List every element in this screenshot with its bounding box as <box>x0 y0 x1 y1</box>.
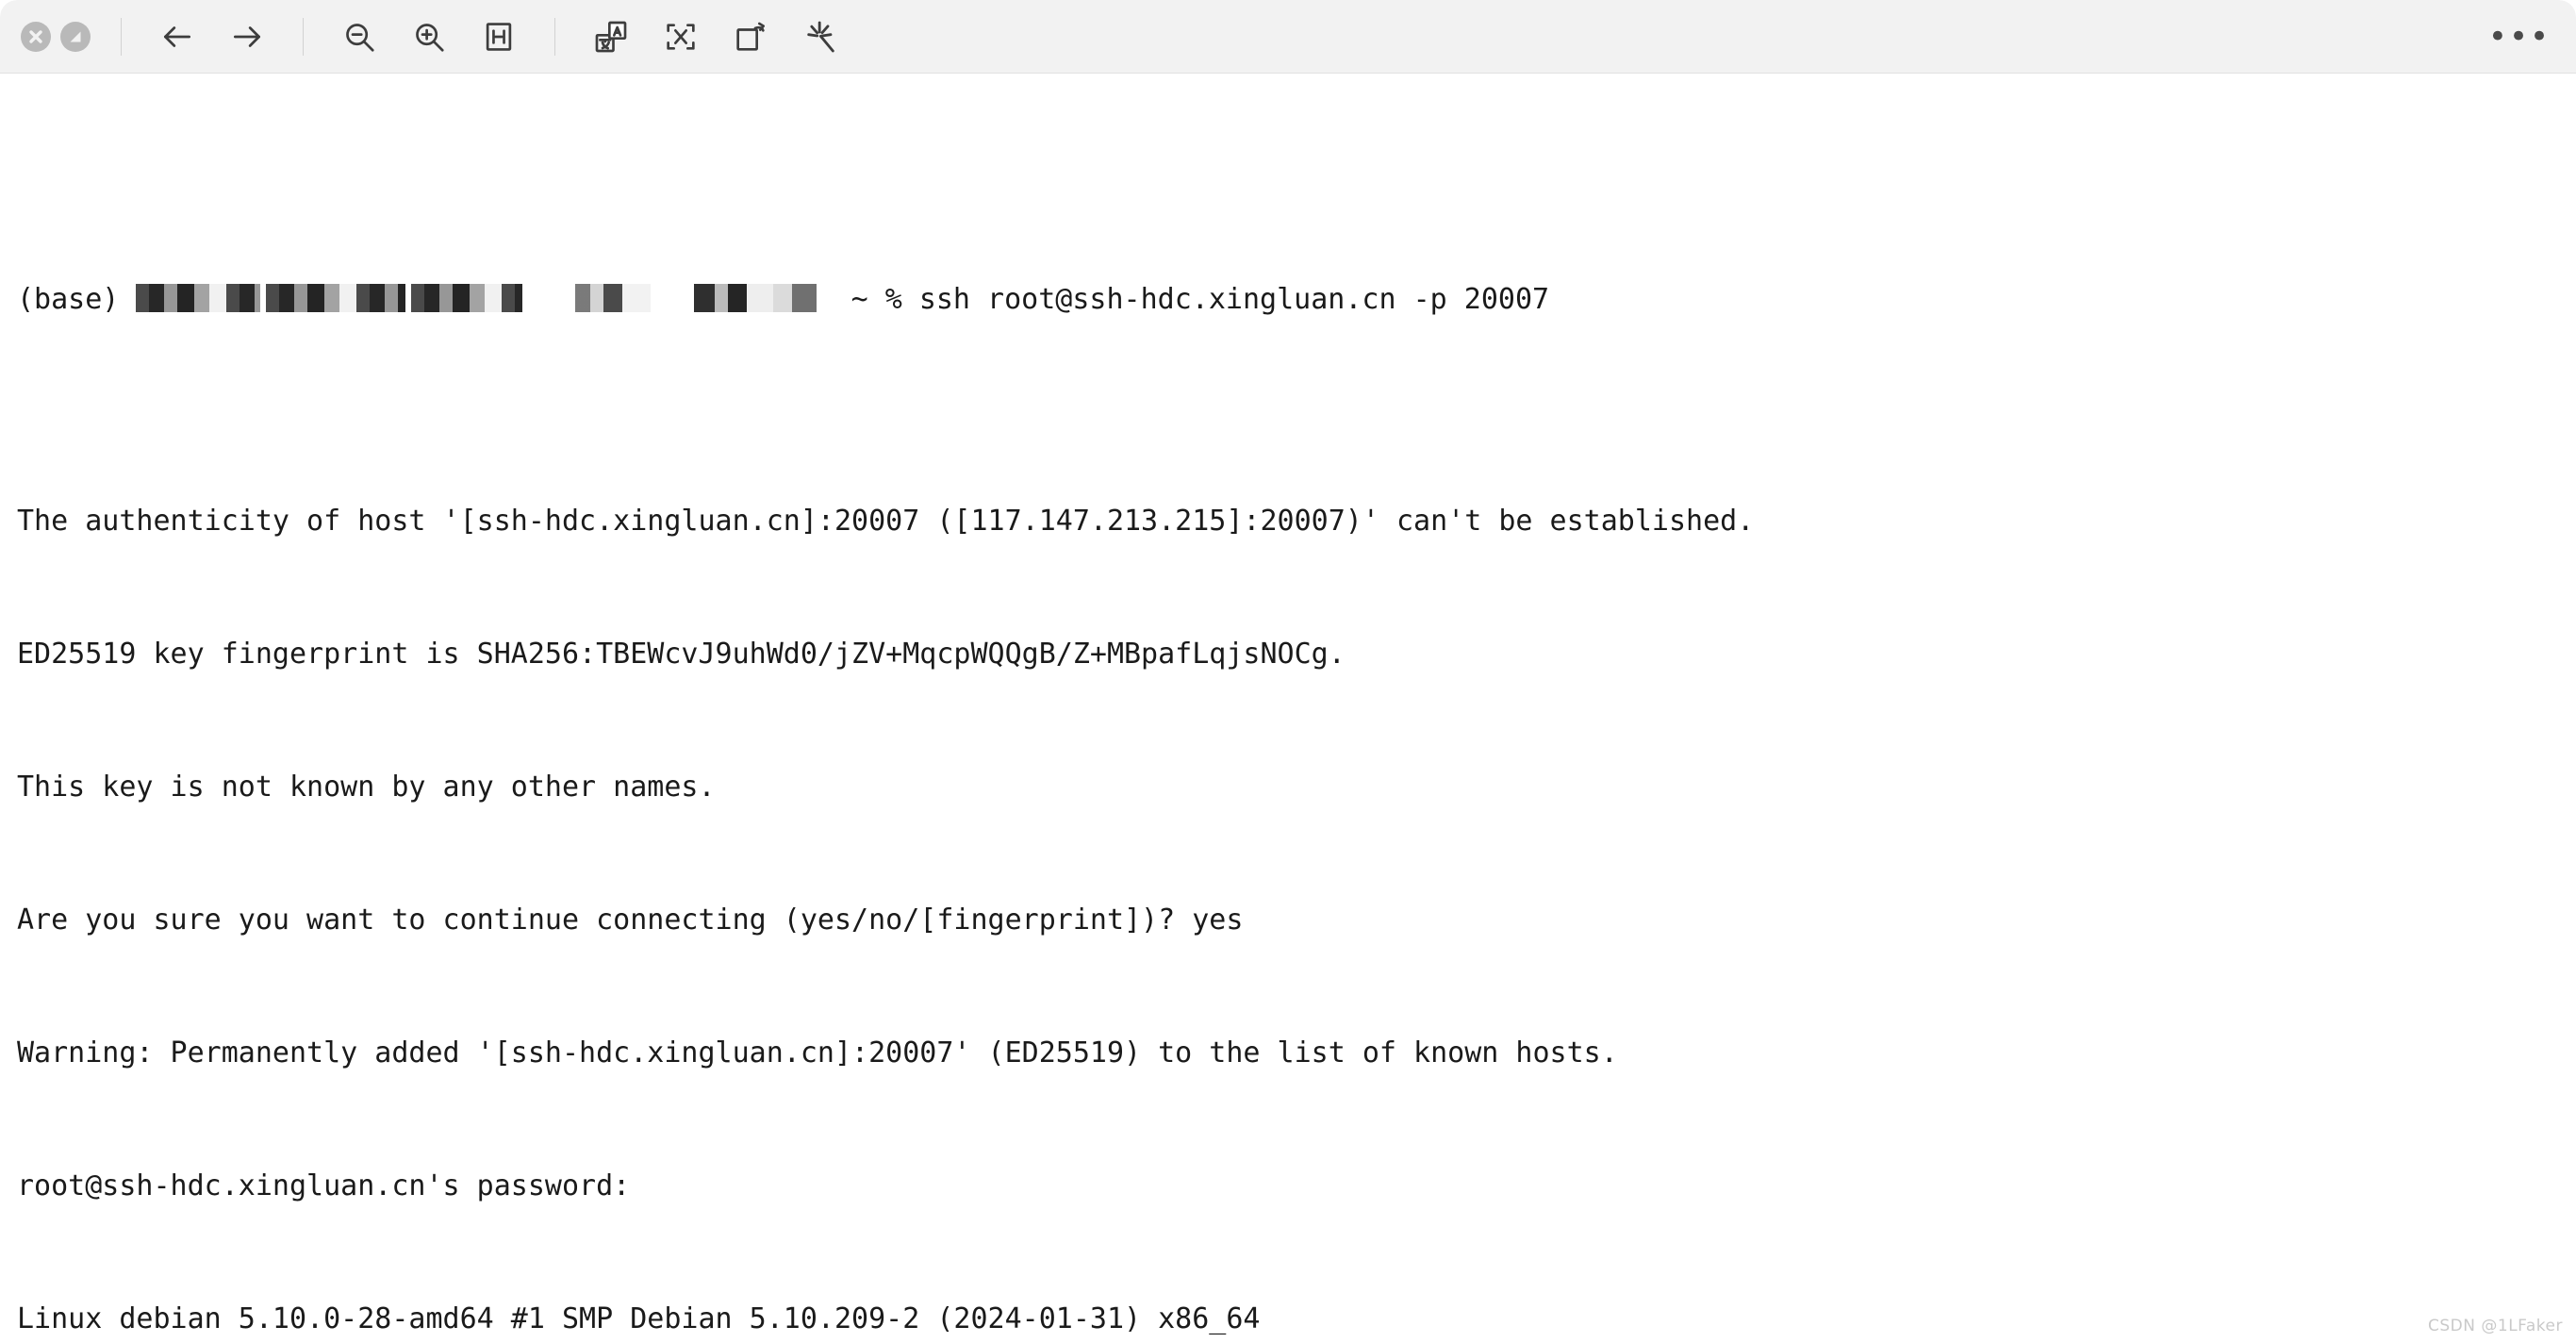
redacted-block-4 <box>575 284 652 312</box>
prompt-symbol: % <box>884 283 902 316</box>
output-line: root@ssh-hdc.xingluan.cn's password: <box>17 1169 631 1202</box>
prompt-path: ~ <box>850 283 868 316</box>
watermark: CSDN @1LFaker <box>2428 1317 2563 1335</box>
back-button[interactable] <box>142 11 212 62</box>
toolbar-divider <box>121 17 122 56</box>
toolbar-divider <box>303 17 304 56</box>
window-toolbar: ••• <box>0 0 2576 74</box>
block-icon[interactable] <box>60 21 91 52</box>
enhance-button[interactable] <box>785 11 855 62</box>
prompt-line: (base) ~ % ssh root@ssh-hdc.xingluan.cn … <box>17 277 2576 322</box>
close-icon[interactable] <box>21 21 51 52</box>
output-line: The authenticity of host '[ssh-hdc.xingl… <box>17 505 1755 538</box>
zoom-out-button[interactable] <box>324 11 394 62</box>
translate-button[interactable] <box>576 11 646 62</box>
redacted-user-block <box>266 284 406 312</box>
ssh-command: ssh root@ssh-hdc.xingluan.cn -p 20007 <box>918 283 1550 316</box>
redacted-block-5 <box>694 284 817 312</box>
output-line: ED25519 key fingerprint is SHA256:TBEWcv… <box>17 638 1346 671</box>
toolbar-divider <box>554 17 555 56</box>
redacted-extra-block <box>411 284 523 312</box>
more-options-button[interactable]: ••• <box>2488 11 2549 62</box>
zoom-in-button[interactable] <box>394 11 464 62</box>
window-controls <box>21 21 100 52</box>
terminal-window: ••• (base) ~ % ssh root@ssh-hdc.xingluan… <box>0 0 2576 1343</box>
output-line: Are you sure you want to continue connec… <box>17 904 1244 937</box>
terminal-output[interactable]: (base) ~ % ssh root@ssh-hdc.xingluan.cn … <box>0 74 2576 1343</box>
rotate-button[interactable] <box>716 11 785 62</box>
conda-env-label: (base) <box>17 283 120 316</box>
fit-width-button[interactable] <box>464 11 534 62</box>
output-line: Warning: Permanently added '[ssh-hdc.xin… <box>17 1036 1618 1069</box>
ocr-button[interactable] <box>646 11 716 62</box>
redacted-hostname-block <box>136 284 261 312</box>
forward-button[interactable] <box>212 11 282 62</box>
output-line: This key is not known by any other names… <box>17 771 716 804</box>
output-line: Linux debian 5.10.0-28-amd64 #1 SMP Debi… <box>17 1302 1261 1335</box>
